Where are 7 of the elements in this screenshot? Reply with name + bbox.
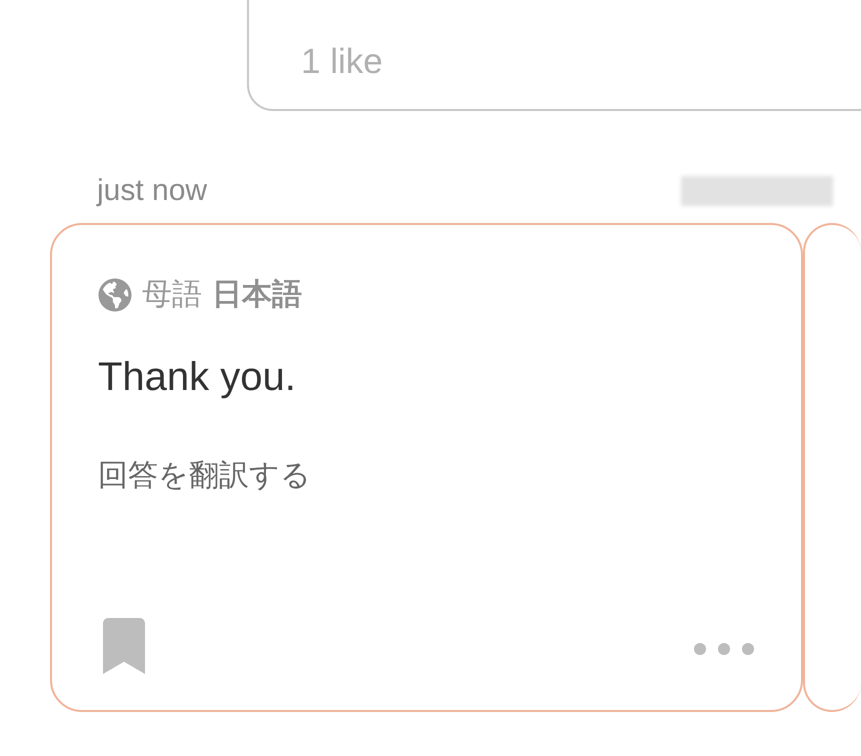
translate-link[interactable]: 回答を翻訳する	[98, 461, 311, 491]
answer-text: Thank you.	[98, 357, 296, 397]
globe-icon	[98, 278, 132, 312]
timestamp: just now	[97, 176, 208, 206]
native-language: 日本語	[212, 280, 302, 310]
more-icon[interactable]	[693, 642, 756, 656]
native-language-label: 母語	[142, 280, 202, 310]
